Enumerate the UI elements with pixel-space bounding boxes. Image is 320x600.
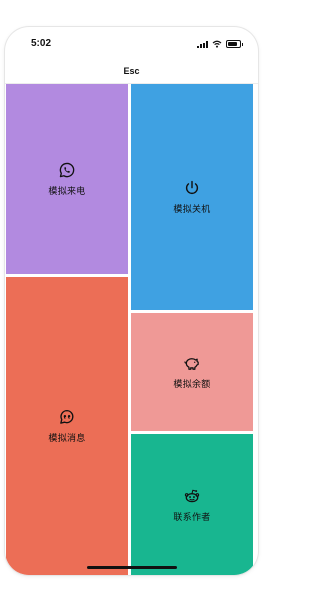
tile-simulate-shutdown[interactable]: 模拟关机 <box>131 84 253 310</box>
tile-label: 联系作者 <box>173 511 211 522</box>
home-indicator <box>87 566 177 569</box>
battery-icon <box>226 40 241 48</box>
tile-label: 模拟消息 <box>48 433 86 443</box>
status-time: 5:02 <box>31 38 52 49</box>
battery-cap <box>242 42 243 46</box>
power-icon <box>185 180 199 195</box>
nav-title[interactable]: Esc <box>5 66 258 76</box>
navigation-bar: Esc <box>5 53 258 84</box>
tile-label: 模拟来电 <box>48 186 86 196</box>
wifi-icon <box>212 40 222 48</box>
piggy-bank-icon <box>184 358 199 370</box>
tile-label: 模拟关机 <box>173 204 211 214</box>
status-icons <box>197 38 243 50</box>
signal-icon <box>197 40 208 48</box>
tile-simulate-call[interactable]: 模拟来电 <box>6 84 128 274</box>
tile-label: 模拟余额 <box>173 379 211 389</box>
chat-quote-icon <box>60 409 74 424</box>
status-bar: 5:02 <box>5 27 258 53</box>
tile-simulate-balance[interactable]: 模拟余额 <box>131 313 253 431</box>
reddit-icon <box>184 489 200 502</box>
tile-simulate-message[interactable]: 模拟消息 <box>6 277 128 575</box>
whatsapp-phone-icon <box>59 162 75 178</box>
phone-screen: 5:02 Esc 模拟来电 模拟关机 模拟消息 模拟余额 联系作者 <box>5 27 258 575</box>
tile-contact-author[interactable]: 联系作者 <box>131 434 253 575</box>
